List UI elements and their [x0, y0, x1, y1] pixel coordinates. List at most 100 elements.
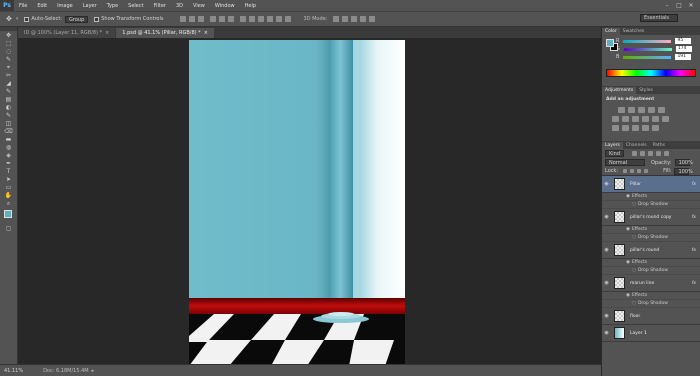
tab-styles[interactable]: Styles: [636, 87, 656, 94]
tab-swatches[interactable]: Swatches: [620, 28, 648, 35]
visibility-eye-icon[interactable]: ◉: [602, 247, 611, 253]
visibility-eye-icon[interactable]: ◉: [602, 280, 611, 286]
lock-all-icon[interactable]: [643, 169, 648, 173]
tool-1-icon[interactable]: ⬚: [5, 40, 13, 47]
status-menu-chevron-icon[interactable]: ▸: [92, 368, 95, 374]
align-bottom-icon[interactable]: [198, 16, 205, 22]
hue-saturation-icon[interactable]: [611, 116, 619, 122]
menu-item-help[interactable]: Help: [240, 3, 261, 9]
close-icon[interactable]: ✕: [686, 2, 696, 10]
layer-effects-row[interactable]: ◉ Effects: [602, 226, 700, 234]
menu-item-image[interactable]: Image: [52, 3, 78, 9]
layer-effects-row[interactable]: ◉ Effects: [602, 292, 700, 300]
workspace-dropdown[interactable]: Essentials: [640, 14, 678, 22]
effects-icon[interactable]: ◉: [626, 194, 630, 199]
menu-item-edit[interactable]: Edit: [32, 3, 52, 9]
visibility-eye-icon[interactable]: ◉: [602, 313, 611, 319]
layer-row[interactable]: ◉ pillar's round fx: [602, 242, 700, 259]
layer-effect-item[interactable]: ◌ Drop Shadow: [602, 300, 700, 308]
layer-filter-dropdown[interactable]: Kind: [605, 150, 625, 157]
channel-mixer-icon[interactable]: [651, 116, 659, 122]
tool-8-icon[interactable]: ▤: [5, 96, 13, 103]
tool-3-icon[interactable]: ✎: [5, 56, 13, 63]
menu-item-3d[interactable]: 3D: [171, 3, 188, 9]
menu-item-view[interactable]: View: [188, 3, 210, 9]
distribute-right-icon[interactable]: [285, 16, 292, 22]
lock-transparent-icon[interactable]: [622, 169, 627, 173]
menu-item-file[interactable]: File: [14, 3, 32, 9]
tool-18-icon[interactable]: ➤: [5, 176, 13, 183]
lock-position-icon[interactable]: [636, 169, 641, 173]
tab-adjustments[interactable]: Adjustments: [602, 87, 637, 94]
color-balance-icon[interactable]: [621, 116, 629, 122]
document-tab-1[interactable]: ID @ 100% (Layer 11, RGB/8) * ×: [18, 28, 116, 38]
auto-select-dropdown[interactable]: Group: [65, 15, 89, 23]
document-tab-2[interactable]: 1.psd @ 41.1% (Pillar, RGB/8) * ×: [116, 28, 214, 38]
color-foreground-swatch[interactable]: [606, 39, 614, 47]
effect-eye-icon[interactable]: ◌: [632, 202, 636, 207]
visibility-eye-icon[interactable]: ◉: [602, 330, 611, 336]
blend-mode-dropdown[interactable]: Normal: [605, 159, 645, 166]
channel-g-slider[interactable]: [623, 47, 672, 51]
posterize-icon[interactable]: [621, 125, 629, 131]
align-top-icon[interactable]: [180, 16, 187, 22]
3d-rotate-icon[interactable]: [333, 16, 340, 22]
menu-item-filter[interactable]: Filter: [149, 3, 171, 9]
tool-0-icon[interactable]: ✥: [5, 32, 13, 39]
brightness-contrast-icon[interactable]: [617, 107, 625, 113]
effects-icon[interactable]: ◉: [626, 293, 630, 298]
effect-eye-icon[interactable]: ◌: [632, 268, 636, 273]
tab-paths[interactable]: Paths: [650, 142, 668, 149]
foreground-color-swatch[interactable]: [4, 210, 12, 218]
black-white-icon[interactable]: [631, 116, 639, 122]
opacity-field[interactable]: 100%: [674, 159, 693, 166]
layer-row[interactable]: ◉ marun line fx: [602, 275, 700, 292]
color-lookup-icon[interactable]: [661, 116, 669, 122]
fill-field[interactable]: 100%: [674, 167, 693, 175]
exposure-icon[interactable]: [647, 107, 655, 113]
tab-layers[interactable]: Layers: [602, 142, 623, 149]
curves-icon[interactable]: [637, 107, 645, 113]
tool-14-icon[interactable]: ◍: [5, 144, 13, 151]
effect-eye-icon[interactable]: ◌: [632, 301, 636, 306]
tool-17-icon[interactable]: T: [5, 168, 13, 175]
distribute-bottom-icon[interactable]: [258, 16, 265, 22]
distribute-top-icon[interactable]: [240, 16, 247, 22]
tool-15-icon[interactable]: ◈: [5, 152, 13, 159]
move-tool-icon[interactable]: ✥: [6, 15, 12, 23]
tool-4-icon[interactable]: ⌖: [5, 64, 13, 71]
quick-mask-icon[interactable]: ◻: [5, 225, 13, 232]
channel-b-value[interactable]: 191: [675, 54, 692, 60]
3d-slide-icon[interactable]: [360, 16, 367, 22]
levels-icon[interactable]: [627, 107, 635, 113]
tool-11-icon[interactable]: ◫: [5, 120, 13, 127]
lock-image-icon[interactable]: [629, 169, 634, 173]
align-left-icon[interactable]: [210, 16, 217, 22]
align-hcenter-icon[interactable]: [219, 16, 226, 22]
tab-close-icon[interactable]: ×: [204, 30, 208, 36]
layer-row[interactable]: ◉ Pillar fx: [602, 176, 700, 193]
filter-pixel-icon[interactable]: [631, 151, 637, 156]
filter-type-icon[interactable]: [647, 151, 653, 156]
3d-scale-icon[interactable]: [369, 16, 376, 22]
tool-9-icon[interactable]: ◐: [5, 104, 13, 111]
3d-roll-icon[interactable]: [342, 16, 349, 22]
invert-icon[interactable]: [611, 125, 619, 131]
tab-channels[interactable]: Channels: [623, 142, 650, 149]
3d-drag-icon[interactable]: [351, 16, 358, 22]
tab-color[interactable]: Color: [602, 28, 620, 35]
tool-20-icon[interactable]: ✋: [5, 192, 13, 199]
channel-r-value[interactable]: 95: [675, 38, 692, 44]
effects-icon[interactable]: ◉: [626, 227, 630, 232]
filter-shape-icon[interactable]: [655, 151, 661, 156]
layer-effects-row[interactable]: ◉ Effects: [602, 259, 700, 267]
distribute-hcenter-icon[interactable]: [276, 16, 283, 22]
tool-6-icon[interactable]: ◢: [5, 80, 13, 87]
selective-color-icon[interactable]: [651, 125, 659, 131]
auto-select-checkbox[interactable]: [24, 16, 30, 22]
filter-smart-object-icon[interactable]: [663, 151, 669, 156]
menu-item-select[interactable]: Select: [123, 3, 148, 9]
layer-row[interactable]: ◉ Layer 1: [602, 325, 700, 342]
document-canvas[interactable]: [189, 40, 405, 366]
visibility-eye-icon[interactable]: ◉: [602, 214, 611, 220]
